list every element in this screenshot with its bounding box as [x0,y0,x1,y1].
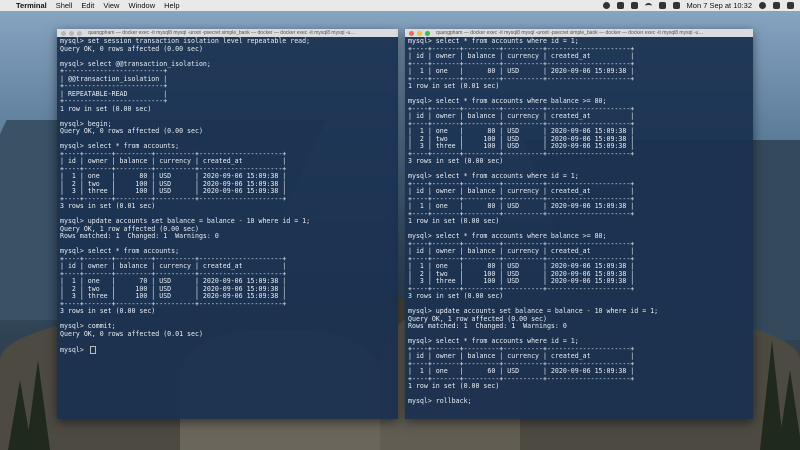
clock[interactable]: Mon 7 Sep at 10:32 [687,1,752,10]
menu-help[interactable]: Help [164,1,179,10]
terminal-line: mysql> rollback; [408,397,472,405]
terminal-window-right[interactable]: quangpham — docker exec -it mysql8 mysql… [405,29,753,419]
window-titlebar[interactable]: quangpham — docker exec -it mysql8 mysql… [57,29,398,37]
menu-app-name[interactable]: Terminal [16,1,47,10]
terminal-line: 3 rows in set (0.01 sec) [60,202,156,210]
minimize-button[interactable] [69,30,74,36]
terminal-line: Query OK, 0 rows affected (0.01 sec) [60,329,203,338]
close-button[interactable] [409,30,414,36]
menu-window[interactable]: Window [128,1,155,10]
menu-bar: Terminal Shell Edit View Window Help Mon… [0,0,800,11]
menu-shell[interactable]: Shell [56,1,73,10]
window-title: quangpham — docker exec -it mysql8 mysql… [88,30,356,36]
battery-icon[interactable] [658,2,666,9]
window-titlebar[interactable]: quangpham — docker exec -it mysql8 mysql… [405,29,753,37]
cloud-icon[interactable] [630,2,638,9]
close-button[interactable] [61,30,66,36]
control-center-icon[interactable] [773,2,780,9]
zoom-button[interactable] [77,30,82,36]
notification-center-icon[interactable] [787,2,794,9]
record-icon[interactable] [602,2,610,9]
terminal-line: 1 row in set (0.00 sec) [60,104,152,113]
text-cursor [89,345,96,354]
menu-edit[interactable]: Edit [81,1,94,10]
terminal-output[interactable]: mysql> set session transaction isolation… [57,37,398,354]
zoom-button[interactable] [425,30,430,36]
status-area: Mon 7 Sep at 10:32 [602,1,794,10]
search-icon[interactable] [759,2,766,9]
terminal-output[interactable]: mysql> select * from accounts where id =… [405,37,753,407]
docker-icon[interactable] [616,2,624,9]
terminal-line: 3 rows in set (0.00 sec) [408,157,504,165]
window-title: quangpham — docker exec -it mysql8 mysql… [436,30,704,36]
terminal-line: Rows matched: 1 Changed: 1 Warnings: 0 [60,232,219,240]
terminal-line: mysql> [60,345,395,354]
terminal-line: 1 row in set (0.01 sec) [408,82,500,90]
input-source-icon[interactable] [672,2,680,9]
wifi-icon[interactable] [644,2,652,9]
minimize-button[interactable] [417,30,422,36]
terminal-line: 3 rows in set (0.00 sec) [408,292,504,300]
terminal-line: 3 rows in set (0.00 sec) [60,307,156,315]
terminal-line: 1 row in set (0.00 sec) [408,217,500,225]
terminal-line: Rows matched: 1 Changed: 1 Warnings: 0 [408,322,567,330]
menu-view[interactable]: View [103,1,119,10]
terminal-window-left[interactable]: quangpham — docker exec -it mysql8 mysql… [57,29,398,419]
terminal-line: Query OK, 0 rows affected (0.00 sec) [60,44,203,53]
terminal-line: 1 row in set (0.00 sec) [408,382,500,390]
terminal-line: Query OK, 0 rows affected (0.00 sec) [60,127,203,135]
